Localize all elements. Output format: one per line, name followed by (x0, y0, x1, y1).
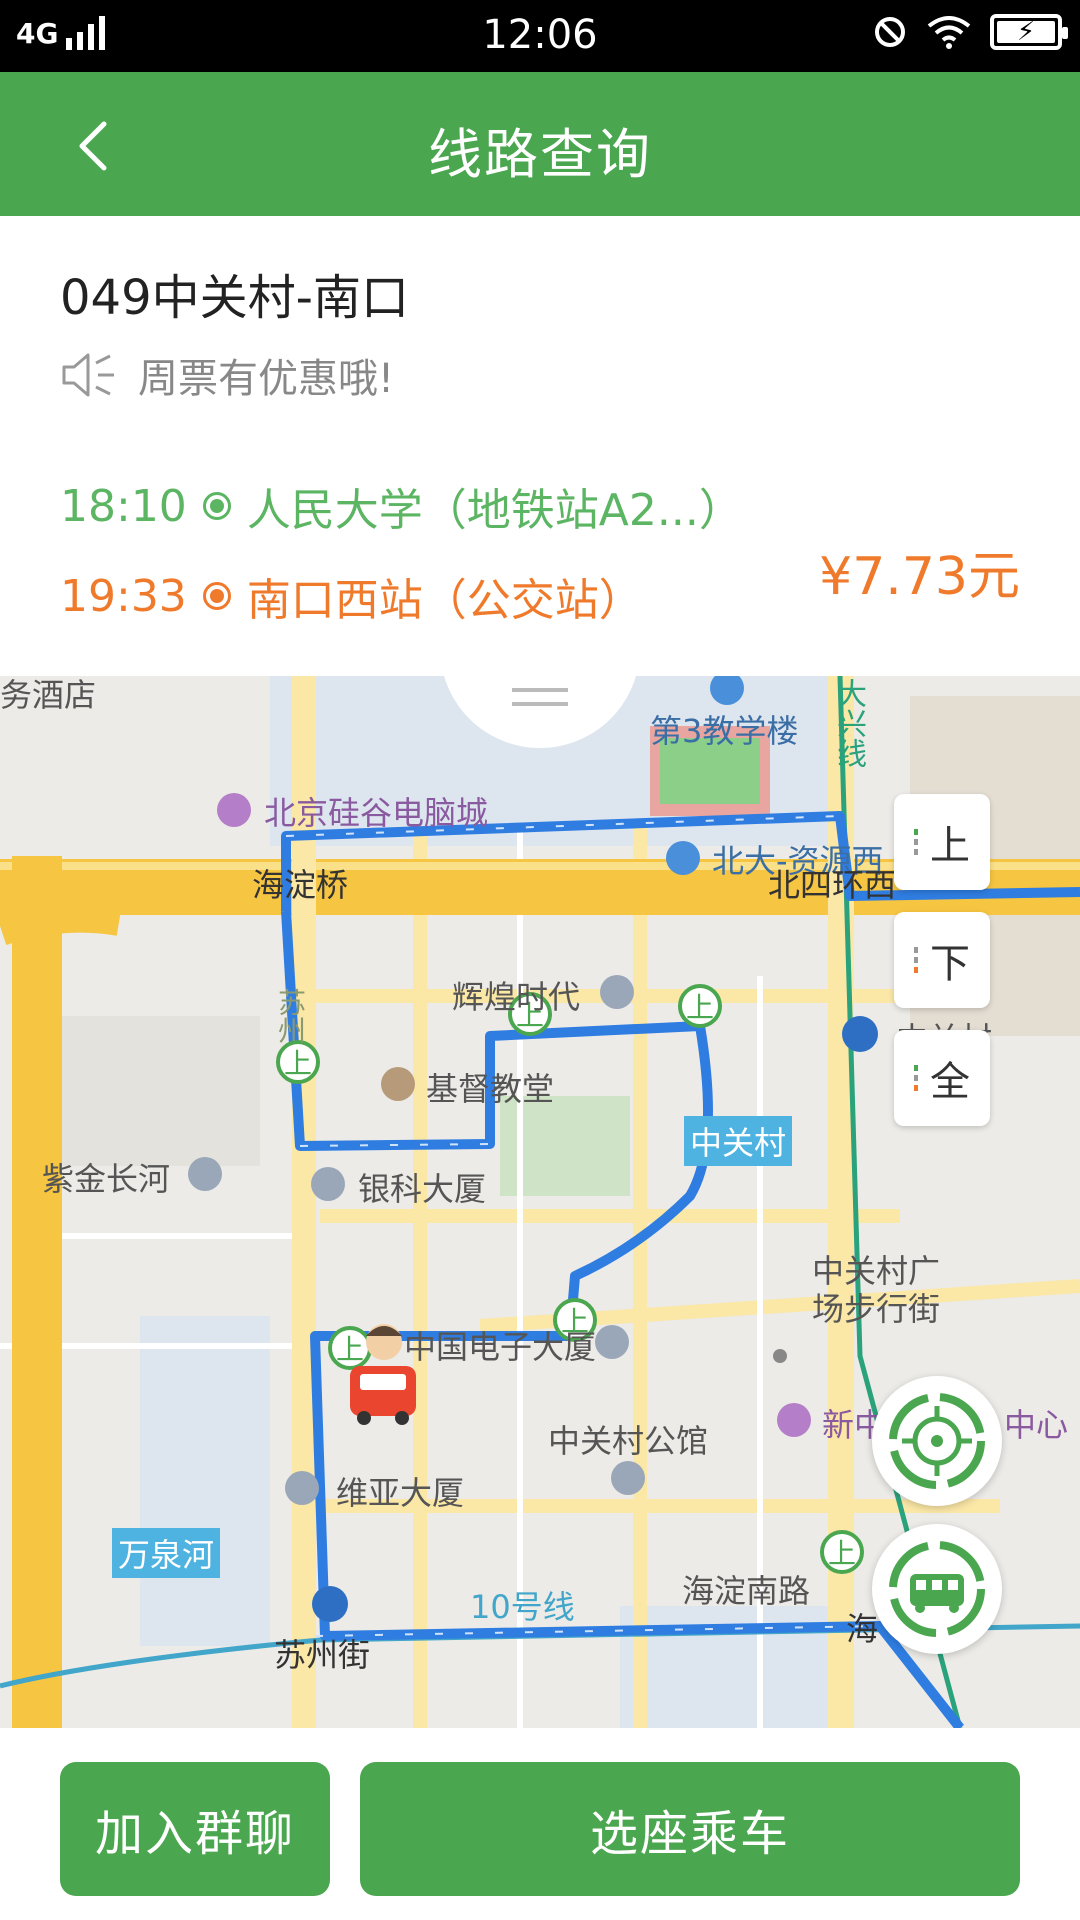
map-label-newcenter-right: 中心 (1004, 1406, 1069, 1444)
map-label-wanquan: 万泉河 (112, 1528, 221, 1578)
app-header: 线路查询 (0, 72, 1080, 216)
departure-dot-icon (202, 492, 231, 520)
arrival-dot-icon (202, 582, 231, 610)
show-outbound-button[interactable]: 上 (894, 794, 990, 890)
promo-notice: 周票有优惠哦! (60, 346, 394, 404)
map-label-haidian-south: 海淀南路 (682, 1572, 811, 1610)
route-marker-icon (914, 947, 918, 973)
status-bar: 4G 12:06 ⚡ (0, 0, 1080, 72)
route-name: 049中关村-南口 (60, 270, 409, 326)
return-label: 下 (930, 941, 970, 987)
show-return-button[interactable]: 下 (894, 912, 990, 1008)
map-label-gongguan: 中关村公馆 (548, 1422, 709, 1460)
bus-icon (889, 1541, 985, 1637)
map-label-zijin: 紫金长河 (42, 1160, 171, 1198)
map-label-daxing-line: 大兴线 (831, 678, 866, 768)
departure-stop: 18:10 人民大学（地铁站A2...） (60, 474, 743, 538)
map-label-ring-road: 北四环西 (768, 866, 897, 904)
board-marker: 上 (284, 1047, 313, 1080)
join-group-chat-button[interactable]: 加入群聊 (60, 1762, 330, 1896)
departure-station: 人民大学（地铁站A2...） (246, 485, 743, 536)
dnd-icon (875, 17, 905, 47)
show-full-route-button[interactable]: 全 (894, 1030, 990, 1126)
locate-button[interactable] (872, 1376, 1002, 1506)
map-label-suzhoujie: 苏州街 (274, 1636, 371, 1674)
battery-icon: ⚡ (990, 14, 1068, 50)
speaker-icon (62, 353, 114, 397)
map-label-computer-mall: 北京硅谷电脑城 (264, 794, 489, 832)
board-marker: 上 (336, 1333, 365, 1366)
arrival-time: 19:33 (60, 570, 187, 622)
map-label-bridge: 海淀桥 (252, 866, 349, 904)
map-label-plaza: 中关村广场步行街 (812, 1252, 941, 1328)
map-label-church: 基督教堂 (426, 1070, 555, 1108)
map-label-hotel: 务酒店 (0, 676, 97, 714)
departure-time: 18:10 (60, 480, 187, 532)
ticket-price: ¥7.73元 (819, 547, 1020, 607)
map-label-yinke: 银科大厦 (358, 1170, 487, 1208)
map-label-teaching-building: 第3教学楼 (650, 712, 799, 750)
board-marker: 上 (686, 991, 715, 1024)
outbound-label: 上 (930, 823, 970, 869)
map-label-suzhou: 苏州 (274, 988, 307, 1044)
route-marker-icon (914, 829, 918, 855)
promo-text: 周票有优惠哦! (138, 356, 395, 402)
bottom-action-bar: 加入群聊 选座乘车 (0, 1728, 1080, 1920)
arrival-stop: 19:33 南口西站（公交站） (60, 564, 643, 628)
locate-icon (889, 1393, 985, 1489)
board-marker: 上 (828, 1537, 857, 1570)
full-route-label: 全 (930, 1059, 970, 1105)
arrival-station: 南口西站（公交站） (246, 575, 643, 626)
map-label-line10: 10号线 (470, 1588, 575, 1626)
map-label-weiya: 维亚大厦 (336, 1474, 465, 1512)
select-seat-button[interactable]: 选座乘车 (360, 1762, 1020, 1896)
bus-location-button[interactable] (872, 1524, 1002, 1654)
route-marker-icon (914, 1065, 918, 1091)
map-label-electronics: 中国电子大厦 (404, 1328, 597, 1366)
route-map[interactable]: 上 上 上 上 上 上 务酒店 第3教学楼 大兴线 北京硅谷电脑城 北大-资源西… (0, 676, 1080, 1728)
wifi-icon (927, 16, 971, 49)
map-label-zhongguancun-station: 中关村 (684, 1116, 793, 1166)
page-title: 线路查询 (428, 123, 652, 186)
route-info-panel: 049中关村-南口 周票有优惠哦! 18:10 人民大学（地铁站A2...） 1… (0, 216, 1080, 676)
map-label-huihuang: 辉煌时代 (452, 978, 581, 1016)
status-icons: ⚡ (872, 14, 1068, 50)
